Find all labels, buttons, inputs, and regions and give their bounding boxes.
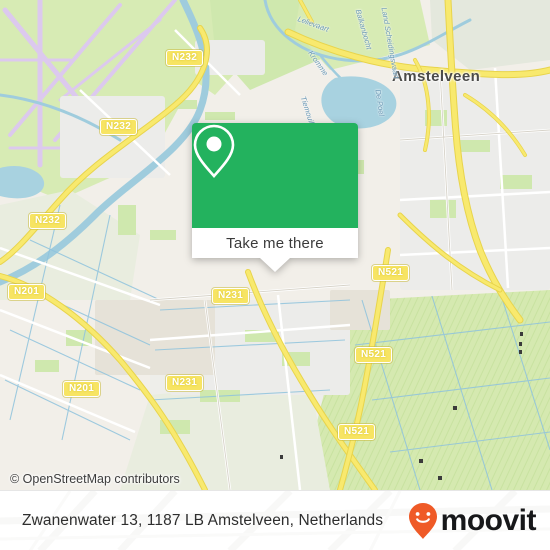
popup-header [192,123,358,228]
popup-tail-pointer [260,258,290,272]
moovit-smiley-pin-icon [408,503,437,539]
attribution-text: © OpenStreetMap contributors [10,472,180,486]
map-popup-callout[interactable]: Take me there [192,123,358,272]
map-attribution: © OpenStreetMap contributors [0,468,550,490]
location-pin-icon [193,124,235,178]
moovit-logo[interactable]: moovit [408,502,537,540]
map-screenshot: Amstelveen Lelievaart Kromme Balkanbocht… [0,0,550,550]
address-label: Zwanenwater 13, 1187 LB Amstelveen, Neth… [22,512,384,529]
popup-cta-button[interactable]: Take me there [192,228,358,258]
moovit-wordmark: moovit [440,504,537,537]
map-canvas[interactable]: Amstelveen Lelievaart Kromme Balkanbocht… [0,0,550,490]
footer-bar: Zwanenwater 13, 1187 LB Amstelveen, Neth… [0,490,550,550]
popup-cta-label: Take me there [226,234,324,252]
